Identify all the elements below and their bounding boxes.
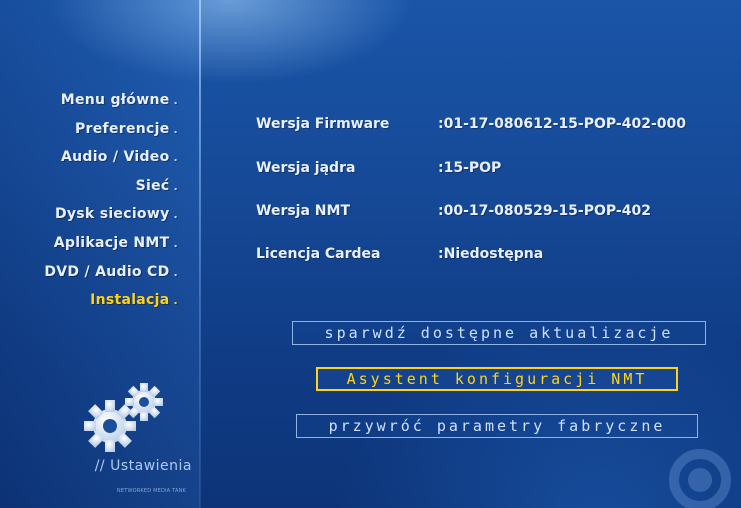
menu-bullet: . xyxy=(173,151,178,165)
sidebar-item-label: DVD / Audio CD xyxy=(44,263,170,280)
check-updates-button[interactable]: sparwdź dostępne aktualizacje xyxy=(292,321,706,345)
section-title: // Ustawienia xyxy=(94,458,192,474)
sidebar-item-aplikacje-nmt[interactable]: Aplikacje NMT. xyxy=(0,229,190,258)
nmt-version-value: :00-17-080529-15-POP-402 xyxy=(438,203,651,219)
sidebar-item-label: Dysk sieciowy xyxy=(54,206,170,223)
sidebar-item-label: Menu główne xyxy=(60,92,170,108)
sidebar-menu: Menu główne. Preferencje. Audio / Video.… xyxy=(0,86,190,315)
decorative-gear-watermark xyxy=(669,449,731,508)
menu-bullet: . xyxy=(173,94,178,107)
menu-bullet: . xyxy=(173,265,178,279)
menu-bullet: . xyxy=(173,294,178,308)
menu-bullet: . xyxy=(173,122,178,136)
sidebar-item-siec[interactable]: Sieć. xyxy=(0,172,190,201)
factory-reset-button[interactable]: przywróć parametry fabryczne xyxy=(296,414,698,438)
sidebar-item-label: Preferencje xyxy=(75,120,170,137)
settings-screen: Menu główne. Preferencje. Audio / Video.… xyxy=(0,0,741,508)
menu-bullet: . xyxy=(173,208,178,222)
sidebar-item-dysk-sieciowy[interactable]: Dysk sieciowy. xyxy=(0,200,190,229)
firmware-value: :01-17-080612-15-POP-402-000 xyxy=(438,116,686,132)
gears-icon xyxy=(78,380,178,460)
sidebar-item-menu-glowne[interactable]: Menu główne. xyxy=(0,86,190,115)
config-wizard-button[interactable]: Asystent konfiguracji NMT xyxy=(316,367,678,391)
sidebar-item-preferencje[interactable]: Preferencje. xyxy=(0,115,190,144)
sidebar-item-dvd-audio-cd[interactable]: DVD / Audio CD. xyxy=(0,258,190,287)
sidebar-item-label: Sieć xyxy=(135,177,170,194)
cardea-license-value: :Niedostępna xyxy=(438,246,544,262)
sidebar-item-label: Instalacja xyxy=(90,292,170,309)
cardea-license-label: Licencja Cardea xyxy=(256,246,381,262)
menu-bullet: . xyxy=(173,179,178,193)
sidebar-item-audio-video[interactable]: Audio / Video. xyxy=(0,143,190,172)
menu-bullet: . xyxy=(173,236,178,250)
sidebar-item-label: Aplikacje NMT xyxy=(53,234,170,251)
sidebar-item-label: Audio / Video xyxy=(60,149,170,166)
brand-caption: NETWORKED MEDIA TANK xyxy=(116,488,186,494)
kernel-value: :15-POP xyxy=(438,160,502,176)
nmt-version-label: Wersja NMT xyxy=(256,203,350,219)
kernel-label: Wersja jądra xyxy=(256,160,356,176)
firmware-label: Wersja Firmware xyxy=(256,116,390,132)
sidebar-divider xyxy=(199,0,201,508)
sidebar-item-instalacja[interactable]: Instalacja. xyxy=(0,286,190,315)
